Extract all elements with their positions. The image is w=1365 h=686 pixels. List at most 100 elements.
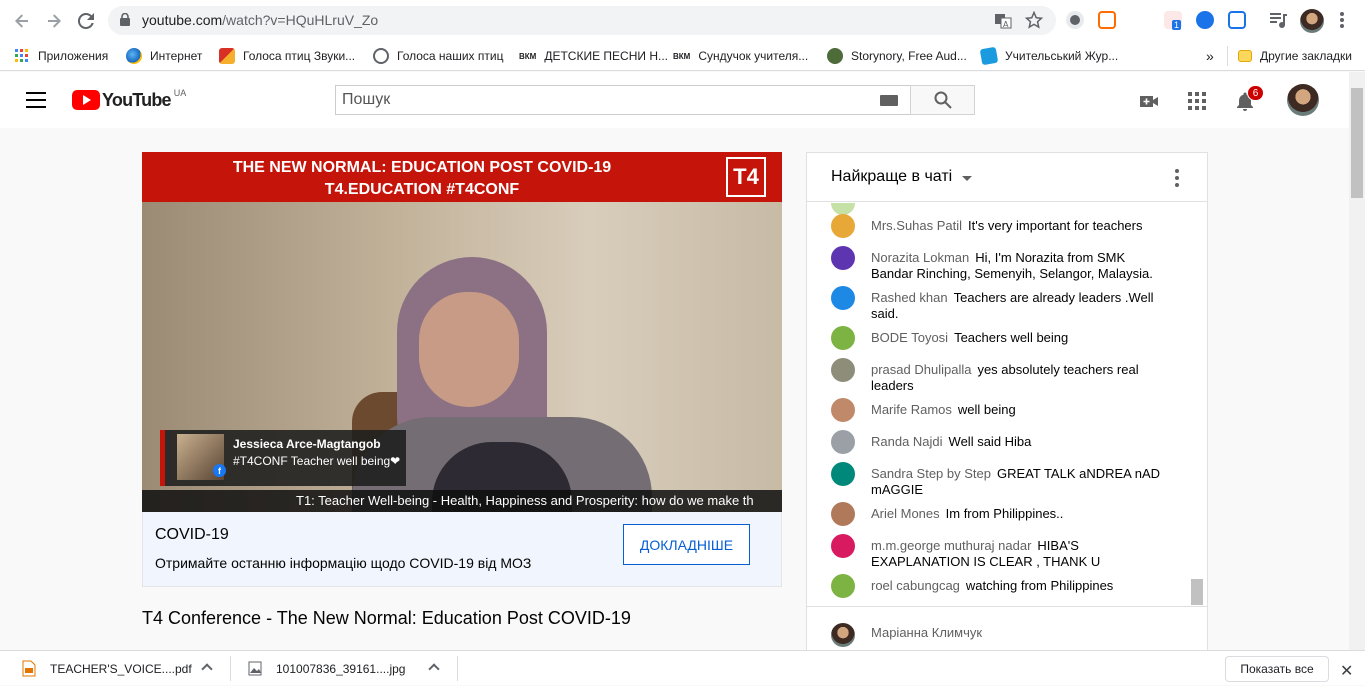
banner-line2: T4.EDUCATION #T4CONF bbox=[324, 181, 520, 198]
show-all-downloads-button[interactable]: Показать все bbox=[1225, 656, 1329, 682]
more-options-icon[interactable] bbox=[1175, 169, 1179, 187]
learn-more-button[interactable]: ДОКЛАДНІШЕ bbox=[623, 524, 750, 565]
chrome-menu-icon[interactable] bbox=[1340, 11, 1344, 29]
chat-avatar bbox=[831, 398, 855, 422]
download-item-pdf[interactable]: TEACHER'S_VOICE....pdf bbox=[22, 651, 192, 686]
extension-grid-icon[interactable] bbox=[1098, 11, 1116, 29]
video-player[interactable]: THE NEW NORMAL: EDUCATION POST COVID-19 … bbox=[142, 152, 782, 512]
page-scrollbar[interactable] bbox=[1349, 72, 1365, 650]
chat-text: Im from Philippines.. bbox=[945, 506, 1064, 521]
globe-icon bbox=[126, 48, 142, 64]
chat-avatar bbox=[831, 430, 855, 454]
youtube-logo[interactable]: YouTube UA bbox=[72, 88, 187, 110]
bookmark-star-icon[interactable] bbox=[1025, 11, 1043, 29]
search-button[interactable] bbox=[910, 85, 975, 115]
keyboard-icon[interactable] bbox=[880, 95, 898, 106]
covid-title: COVID-19 bbox=[155, 526, 229, 543]
chat-avatar bbox=[831, 534, 855, 558]
country-code: UA bbox=[173, 88, 187, 98]
vkm-icon: ВКМ bbox=[673, 51, 691, 61]
apps-grid-icon[interactable] bbox=[1187, 91, 1207, 111]
chat-message-list[interactable]: Mrs.Suhas Patil It's very important for t… bbox=[807, 203, 1207, 605]
other-bookmarks-label: Другие закладки bbox=[1260, 49, 1352, 63]
extension-blue-icon[interactable] bbox=[1196, 11, 1214, 29]
pdf-file-icon bbox=[22, 660, 36, 677]
bookmarks-overflow-button[interactable]: » bbox=[1206, 47, 1214, 65]
user-avatar[interactable] bbox=[1287, 84, 1319, 116]
bookmark-teacher-chest[interactable]: ВКМ Сундучок учителя... bbox=[673, 47, 808, 65]
browser-toolbar: youtube.com/watch?v=HQuHLruV_Zo A 1 bbox=[0, 0, 1365, 41]
close-icon[interactable]: ✕ bbox=[1340, 661, 1353, 681]
current-user-avatar bbox=[831, 623, 855, 647]
bird-site-icon bbox=[219, 48, 235, 64]
bookmark-label: Storynory, Free Aud... bbox=[851, 49, 967, 63]
video-banner: THE NEW NORMAL: EDUCATION POST COVID-19 … bbox=[142, 152, 782, 202]
youtube-header: YouTube UA bbox=[0, 72, 1349, 128]
download-item-jpg[interactable]: 101007836_39161....jpg bbox=[248, 651, 405, 686]
chat-author: Norazita Lokman bbox=[871, 250, 970, 265]
bookmarks-bar: Приложения Интернет Голоса птиц Звуки...… bbox=[0, 41, 1365, 71]
commenter-text: #T4CONF Teacher well being❤ bbox=[233, 454, 401, 468]
bookmarks-divider bbox=[1227, 46, 1228, 66]
covid-info-card: COVID-19 Отримайте останню інформацію що… bbox=[142, 512, 782, 587]
bookmark-storynory[interactable]: Storynory, Free Aud... bbox=[827, 47, 967, 65]
image-file-icon bbox=[248, 661, 262, 676]
bookmark-apps[interactable]: Приложения bbox=[14, 47, 108, 65]
bookmark-teacher-journal[interactable]: Учительський Жур... bbox=[979, 46, 1118, 66]
extension-screen-icon[interactable] bbox=[1228, 11, 1246, 29]
folder-icon bbox=[1238, 50, 1252, 62]
chat-avatar bbox=[831, 246, 855, 270]
apps-grid-icon bbox=[15, 49, 28, 62]
lower-third-overlay: f Jessieca Arce-Magtangob #T4CONF Teache… bbox=[160, 430, 406, 486]
page-scroll-thumb[interactable] bbox=[1351, 88, 1363, 198]
download-separator bbox=[457, 656, 458, 681]
chat-mode-dropdown[interactable]: Найкраще в чаті bbox=[831, 168, 952, 186]
live-chat-panel: Найкраще в чаті Mrs.Suhas Patil It's very… bbox=[806, 152, 1208, 652]
chat-author: Rashed khan bbox=[871, 290, 948, 305]
chat-avatar bbox=[831, 214, 855, 238]
chat-author: Randa Najdi bbox=[871, 434, 943, 449]
chat-author: Mrs.Suhas Patil bbox=[871, 218, 963, 233]
media-playlist-icon[interactable] bbox=[1269, 11, 1287, 29]
chat-author: Marife Ramos bbox=[871, 402, 952, 417]
download-separator bbox=[230, 656, 231, 681]
bookmark-children-songs[interactable]: ВКМ ДЕТСКИЕ ПЕСНИ Н... bbox=[519, 47, 668, 65]
video-title: T4 Conference - The New Normal: Educatio… bbox=[142, 608, 631, 628]
chat-scrollbar[interactable] bbox=[1191, 579, 1203, 605]
download-filename: 101007836_39161....jpg bbox=[276, 661, 406, 676]
chat-text: It's very important for teachers bbox=[968, 218, 1143, 233]
bookmark-our-birds[interactable]: Голоса наших птиц bbox=[373, 47, 503, 65]
search-input[interactable] bbox=[336, 86, 866, 114]
chat-author: m.m.george muthuraj nadar bbox=[871, 538, 1032, 553]
profile-avatar-icon[interactable] bbox=[1300, 9, 1324, 33]
chevron-down-icon[interactable] bbox=[962, 176, 972, 181]
bookmark-internet[interactable]: Интернет bbox=[126, 47, 202, 65]
extension-puzzle-icon[interactable]: 1 bbox=[1164, 11, 1182, 30]
covid-text: Отримайте останню інформацію щодо COVID-… bbox=[155, 555, 532, 571]
back-arrow-icon[interactable] bbox=[10, 9, 34, 33]
translate-icon[interactable]: A bbox=[994, 12, 1012, 30]
reload-icon[interactable] bbox=[74, 9, 98, 33]
chevron-up-icon[interactable] bbox=[201, 663, 213, 675]
address-bar[interactable]: youtube.com/watch?v=HQuHLruV_Zo A bbox=[108, 6, 1056, 35]
chat-text: well being bbox=[957, 402, 1016, 417]
bookmark-bird-voices[interactable]: Голоса птиц Звуки... bbox=[219, 47, 355, 65]
chat-input-area: Маріанна Климчук bbox=[807, 606, 1207, 651]
bookmark-label: Сундучок учителя... bbox=[698, 49, 809, 63]
downloads-bar: TEACHER'S_VOICE....pdf 101007836_39161..… bbox=[0, 650, 1365, 685]
chat-author: Sandra Step by Step bbox=[871, 466, 991, 481]
news-ticker: T1: Teacher Well-being - Health, Happine… bbox=[142, 490, 782, 512]
create-video-icon[interactable] bbox=[1139, 91, 1159, 111]
chat-text: Well said Hiba bbox=[948, 434, 1032, 449]
globe-outline-icon bbox=[373, 48, 389, 64]
search-box bbox=[335, 85, 911, 115]
extension-circle-icon[interactable] bbox=[1066, 11, 1084, 29]
youtube-play-icon bbox=[72, 90, 100, 110]
chevron-up-icon[interactable] bbox=[428, 663, 440, 675]
forward-arrow-icon[interactable] bbox=[42, 9, 66, 33]
chat-avatar bbox=[831, 502, 855, 526]
other-bookmarks[interactable]: Другие закладки bbox=[1238, 47, 1352, 65]
menu-hamburger-icon[interactable] bbox=[26, 92, 46, 108]
speaker-face-shape bbox=[419, 292, 519, 407]
banner-line1: THE NEW NORMAL: EDUCATION POST COVID-19 bbox=[232, 159, 612, 176]
